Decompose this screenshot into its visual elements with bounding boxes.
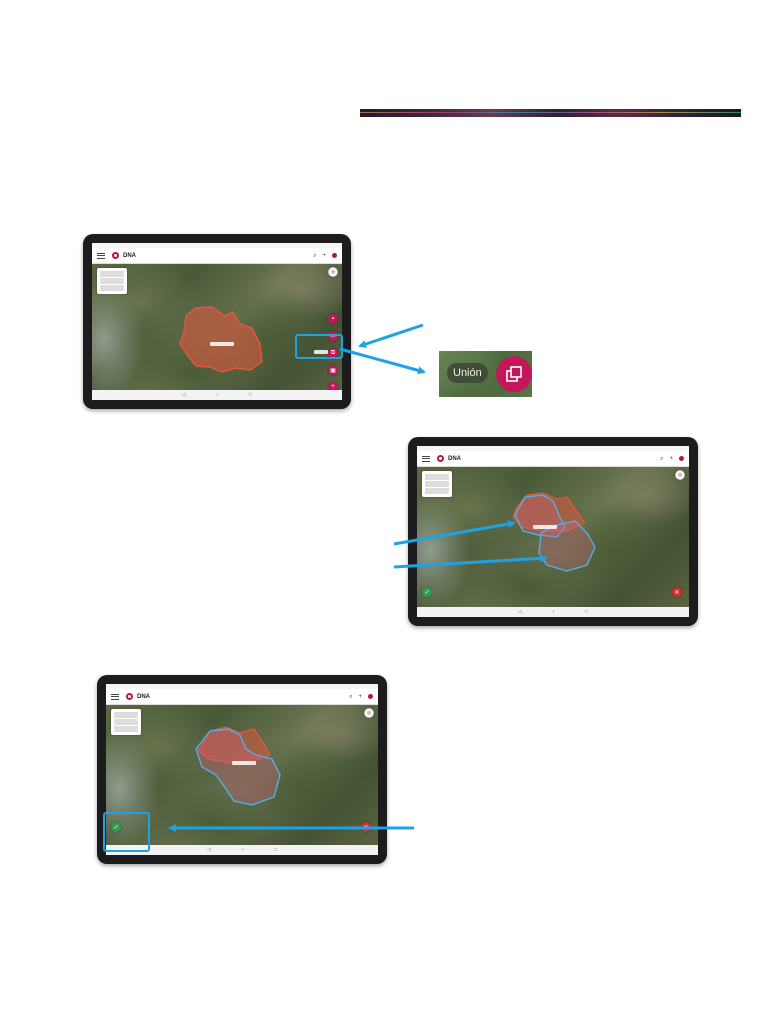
arrow-to-polygon-1 (393, 520, 516, 546)
arrow-to-union-button (358, 323, 424, 348)
arrow-to-polygon-2 (393, 554, 548, 569)
annotation-arrows (168, 323, 548, 832)
arrow-to-zoom (339, 347, 426, 375)
